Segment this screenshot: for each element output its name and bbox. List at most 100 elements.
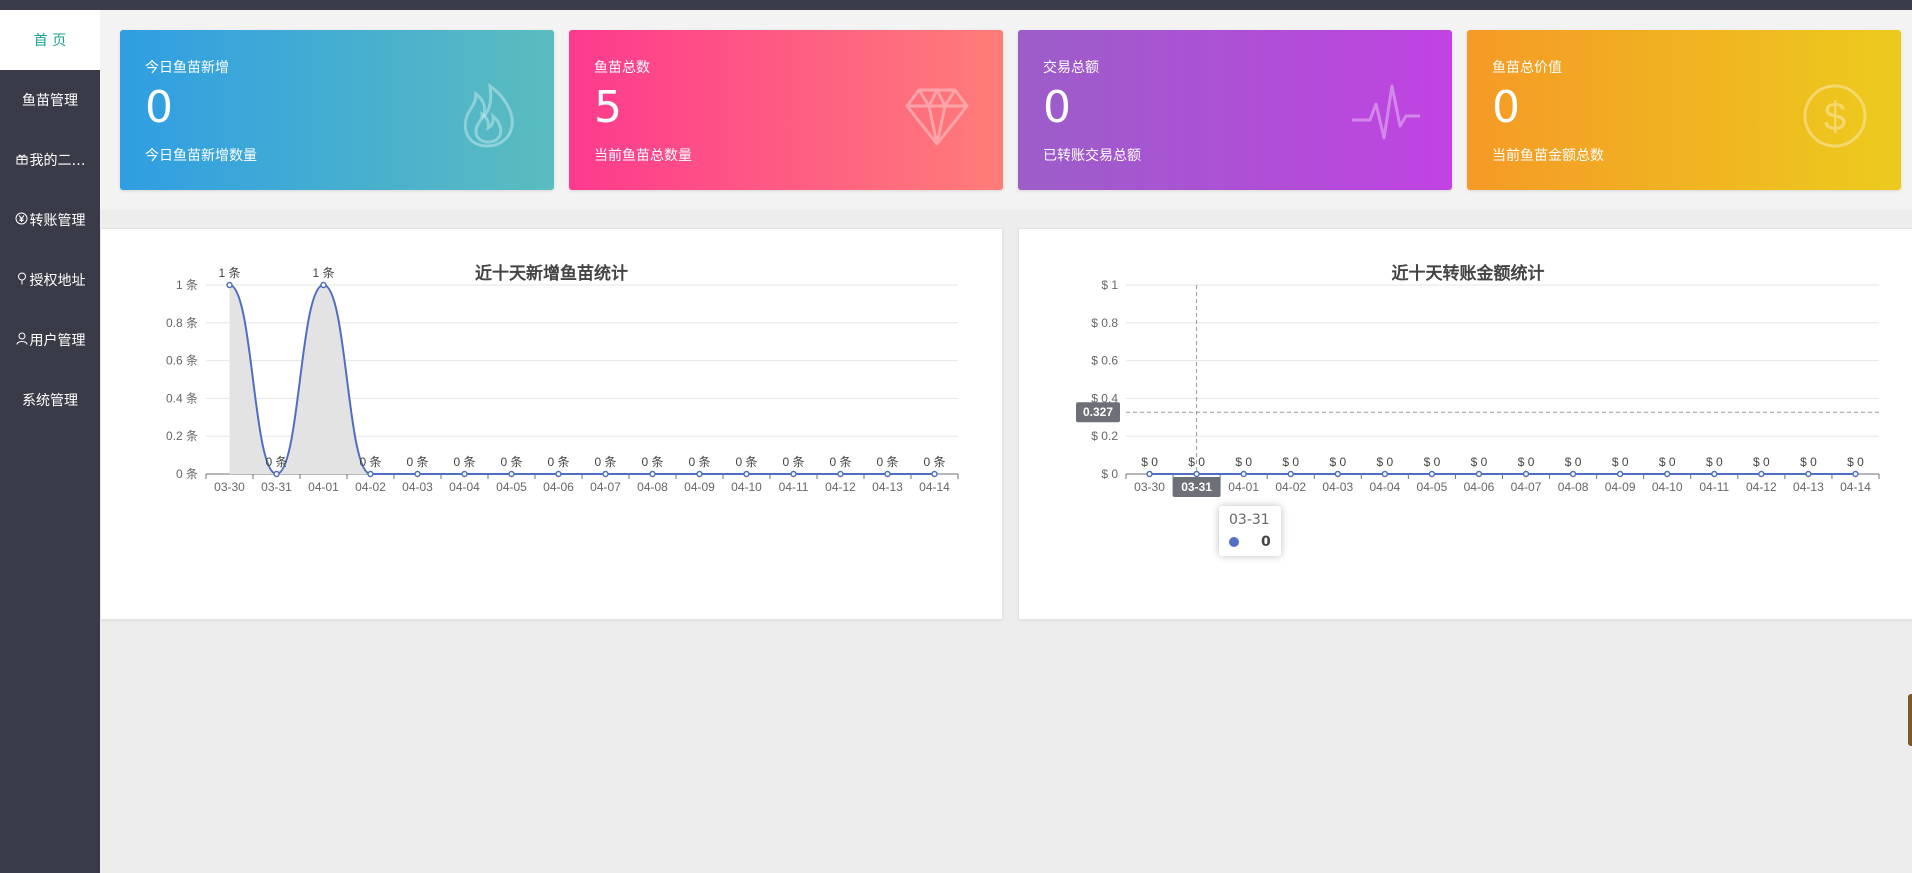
data-label: 0 条 — [641, 455, 663, 469]
data-point — [1428, 470, 1436, 478]
data-point — [790, 470, 797, 478]
data-point — [743, 470, 750, 478]
nav-item-label: 系统管理 — [22, 393, 78, 409]
crosshair-x-label: 03-31 — [1181, 480, 1212, 494]
y-tick-label: $ 0.2 — [1091, 429, 1118, 443]
data-label: 1 条 — [312, 266, 334, 280]
x-tick-label: 04-14 — [1840, 480, 1871, 494]
y-tick-label: 0.6 条 — [166, 354, 198, 368]
x-tick-label: 04-01 — [308, 480, 339, 494]
data-point — [1522, 470, 1530, 478]
data-label: 0 条 — [688, 455, 710, 469]
y-tick-label: $ 0.8 — [1091, 316, 1118, 330]
x-tick-label: 04-07 — [590, 480, 621, 494]
user-icon — [15, 332, 29, 348]
tooltip-title: 03-31 — [1229, 512, 1270, 528]
data-point — [1381, 470, 1389, 478]
nav-item-label: 授权地址 — [29, 273, 86, 289]
data-point — [1805, 470, 1812, 478]
data-label: 0 条 — [453, 455, 475, 469]
x-tick-label: 04-03 — [402, 480, 433, 494]
stat-card-value: 0 — [145, 82, 173, 133]
data-label: 1 条 — [218, 266, 240, 280]
data-label: 0 条 — [923, 455, 945, 469]
data-label: $ 0 — [1800, 455, 1817, 469]
x-tick-label: 04-09 — [1605, 480, 1636, 494]
data-label: 0 条 — [265, 455, 287, 469]
x-tick-label: 04-03 — [1322, 480, 1353, 494]
data-label: $ 0 — [1377, 455, 1394, 469]
x-tick-label: 04-13 — [1793, 480, 1824, 494]
x-tick-label: 03-30 — [214, 480, 245, 494]
x-tick-label: 04-08 — [637, 480, 668, 494]
data-label: $ 0 — [1282, 455, 1299, 469]
data-label: $ 0 — [1518, 455, 1535, 469]
y-tick-label: 1 条 — [176, 278, 198, 292]
data-label: 0 条 — [500, 455, 522, 469]
nav-item-home[interactable]: 首 页 — [0, 10, 100, 70]
dollar-icon: $ — [1803, 84, 1867, 148]
x-tick-label: 04-06 — [1464, 480, 1495, 494]
data-label: 0 条 — [876, 455, 898, 469]
data-label: $ 0 — [1612, 455, 1629, 469]
data-point — [367, 470, 374, 478]
data-point — [226, 281, 233, 289]
x-tick-label: 04-11 — [1699, 480, 1729, 494]
gift-icon — [15, 153, 29, 168]
x-tick-label: 04-04 — [1369, 480, 1400, 494]
data-point — [884, 470, 891, 478]
nav-item-transfer[interactable]: 转账管理 — [0, 190, 100, 250]
x-tick-label: 03-30 — [1134, 480, 1165, 494]
nav-item-users[interactable]: 用户管理 — [0, 310, 100, 370]
y-tick-label: $ 1 — [1101, 278, 1118, 292]
stat-card-new-today: 今日鱼苗新增 0 今日鱼苗新增数量 — [120, 30, 554, 190]
x-tick-label: 04-11 — [779, 480, 809, 494]
data-label: 0 条 — [782, 455, 804, 469]
x-tick-label: 04-02 — [355, 480, 386, 494]
stat-card-trade-total: 交易总额 0 已转账交易总额 — [1018, 30, 1452, 190]
data-point — [649, 470, 656, 478]
svg-text:$: $ — [1824, 95, 1846, 139]
nav-item-auth-address[interactable]: 授权地址 — [0, 250, 100, 310]
y-tick-label: 0.2 条 — [166, 429, 198, 443]
data-point — [837, 470, 844, 478]
nav-item-system[interactable]: 系统管理 — [0, 370, 100, 430]
location-pin-icon — [15, 272, 29, 288]
data-point — [1287, 470, 1294, 478]
data-point — [508, 470, 515, 478]
data-label: $ 0 — [1329, 455, 1346, 469]
stat-card-desc: 当前鱼苗总数量 — [594, 148, 692, 164]
data-label: 0 条 — [735, 455, 757, 469]
nav-item-my-second[interactable]: 我的二… — [0, 130, 100, 190]
data-label: $ 0 — [1235, 455, 1252, 469]
x-tick-label: 04-07 — [1511, 480, 1542, 494]
data-point — [555, 470, 562, 478]
data-label: $ 0 — [1659, 455, 1676, 469]
stat-card-total: 鱼苗总数 5 当前鱼苗总数量 — [569, 30, 1003, 190]
stat-card-total-value: 鱼苗总价值 0 当前鱼苗金额总数 $ — [1467, 30, 1901, 190]
scroll-handle[interactable] — [1908, 694, 1912, 746]
nav-item-label: 用户管理 — [29, 333, 86, 349]
new-fish-line-chart: 0 条 0.2 条 0.4 条 0.6 条 0.8 条 1 条 03-30 03-31 04-0… — [166, 266, 959, 494]
nav-item-label: 首 页 — [33, 33, 67, 49]
y-tick-label: 0.4 条 — [166, 391, 198, 405]
stat-card-title: 今日鱼苗新增 — [145, 60, 229, 76]
stat-card-desc: 今日鱼苗新增数量 — [145, 148, 257, 164]
x-tick-label: 03-31 — [261, 480, 292, 494]
stat-card-value: 5 — [594, 82, 622, 133]
nav-item-fish-fry[interactable]: 鱼苗管理 — [0, 70, 100, 130]
transfer-amount-line-chart: $ 0$ 0.2$ 0.4$ 0.6$ 0.8$ 103-3003-3104-0… — [1076, 278, 1880, 497]
data-point — [1240, 470, 1247, 478]
x-tick-label: 04-05 — [496, 480, 527, 494]
data-point — [414, 470, 421, 478]
main-content: 今日鱼苗新增 0 今日鱼苗新增数量 鱼苗总数 5 当前鱼苗总数量 交易总额 0 … — [100, 10, 1912, 873]
x-tick-label: 04-06 — [543, 480, 574, 494]
data-point — [1711, 470, 1718, 478]
y-tick-label: 0.8 条 — [166, 316, 198, 330]
data-point — [1663, 470, 1671, 478]
x-tick-label: 04-09 — [684, 480, 715, 494]
chart-tooltip: 03-31 0 — [1219, 506, 1281, 556]
nav-item-label: 转账管理 — [29, 213, 86, 229]
x-tick-label: 04-02 — [1275, 480, 1306, 494]
stat-card-desc: 当前鱼苗金额总数 — [1492, 148, 1604, 164]
